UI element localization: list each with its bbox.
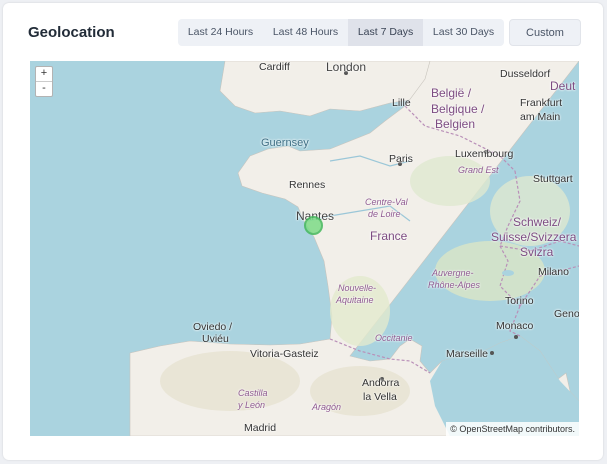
- map-label-oviedo2: Uviéu: [202, 333, 229, 345]
- map-label-belgie3: Belgien: [435, 117, 476, 131]
- map-label-centreval2: de Loire: [368, 209, 401, 219]
- range-7d-button[interactable]: Last 7 Days: [348, 19, 424, 46]
- location-marker[interactable]: [304, 216, 323, 235]
- range-48h-button[interactable]: Last 48 Hours: [263, 19, 348, 46]
- widget-title: Geolocation: [28, 24, 115, 41]
- map-label-paris: Paris: [389, 153, 413, 165]
- map-label-luxembourg: Luxembourg: [455, 148, 514, 160]
- map-label-nouvelle1: Nouvelle-: [338, 283, 377, 293]
- zoom-control: + -: [35, 66, 53, 97]
- map-label-andorra2: la Vella: [363, 391, 397, 403]
- map-label-frankfurt1: Frankfurt: [520, 97, 563, 109]
- map-label-guernsey: Guernsey: [261, 137, 309, 149]
- map-label-oviedo1: Oviedo /: [193, 321, 233, 333]
- map-label-monaco: Monaco: [496, 320, 534, 332]
- map-label-france: France: [370, 229, 408, 243]
- map-label-stuttgart: Stuttgart: [533, 173, 573, 185]
- map-label-london: London: [326, 61, 367, 74]
- city-dot-marseille: [490, 351, 494, 355]
- map-base-layer: [129, 61, 579, 436]
- map-label-milano: Milano: [538, 266, 569, 278]
- map-label-aragon: Aragón: [312, 402, 342, 412]
- map-label-rennes: Rennes: [289, 179, 326, 191]
- map-label-cardiff: Cardiff: [259, 61, 290, 73]
- map-label-belgie2: Belgique /: [431, 102, 485, 116]
- map-label-centreval1: Centre-Val: [365, 197, 408, 207]
- map-label-schweiz2: Suisse/Svizzera: [491, 230, 577, 244]
- map-label-schweiz3: Svizra: [520, 245, 554, 259]
- map-label-auvergne2: Rhône-Alpes: [428, 280, 481, 290]
- map-label-auvergne1: Auvergne-: [432, 268, 474, 278]
- map-label-andorra1: Andorra: [362, 377, 400, 389]
- zoom-out-button[interactable]: -: [36, 82, 52, 96]
- map-label-grandest: Grand Est: [458, 165, 499, 175]
- geolocation-card: Geolocation Last 24 Hours Last 48 Hours …: [3, 3, 603, 460]
- forest-patch: [410, 156, 490, 206]
- map-label-lille: Lille: [392, 97, 411, 109]
- map-label-vitoria: Vitoria-Gasteiz: [250, 348, 319, 360]
- map-label-frankfurt2: am Main: [520, 111, 561, 123]
- map-label-genova: Geno: [554, 308, 579, 320]
- lake-geneva: [502, 270, 514, 276]
- city-dot-monaco: [514, 335, 518, 339]
- map-label-madrid: Madrid: [244, 422, 277, 434]
- forest-patch: [160, 351, 300, 411]
- map-label-occitanie: Occitanie: [375, 333, 413, 343]
- map-label-deutschland: Deut: [550, 79, 576, 93]
- time-range-selector: Last 24 Hours Last 48 Hours Last 7 Days …: [178, 19, 504, 46]
- map-label-castilla2: y León: [238, 400, 266, 410]
- map-label-dusseldorf: Dusseldorf: [500, 68, 551, 80]
- map-attribution[interactable]: © OpenStreetMap contributors.: [446, 422, 579, 436]
- map-label-schweiz1: Schweiz/: [513, 215, 562, 229]
- custom-range-button[interactable]: Custom: [509, 19, 581, 46]
- range-24h-button[interactable]: Last 24 Hours: [178, 19, 263, 46]
- map-view[interactable]: + - Cardiff London Dusseldorf Deut Lille…: [30, 61, 579, 436]
- map-label-belgie1: België /: [431, 86, 472, 100]
- map-label-torino: Torino: [505, 295, 534, 307]
- range-30d-button[interactable]: Last 30 Days: [423, 19, 504, 46]
- map-label-marseille: Marseille: [446, 348, 489, 360]
- map-label-nouvelle2: Aquitaine: [336, 295, 374, 305]
- map-label-castilla1: Castilla: [238, 388, 268, 398]
- zoom-in-button[interactable]: +: [36, 67, 52, 82]
